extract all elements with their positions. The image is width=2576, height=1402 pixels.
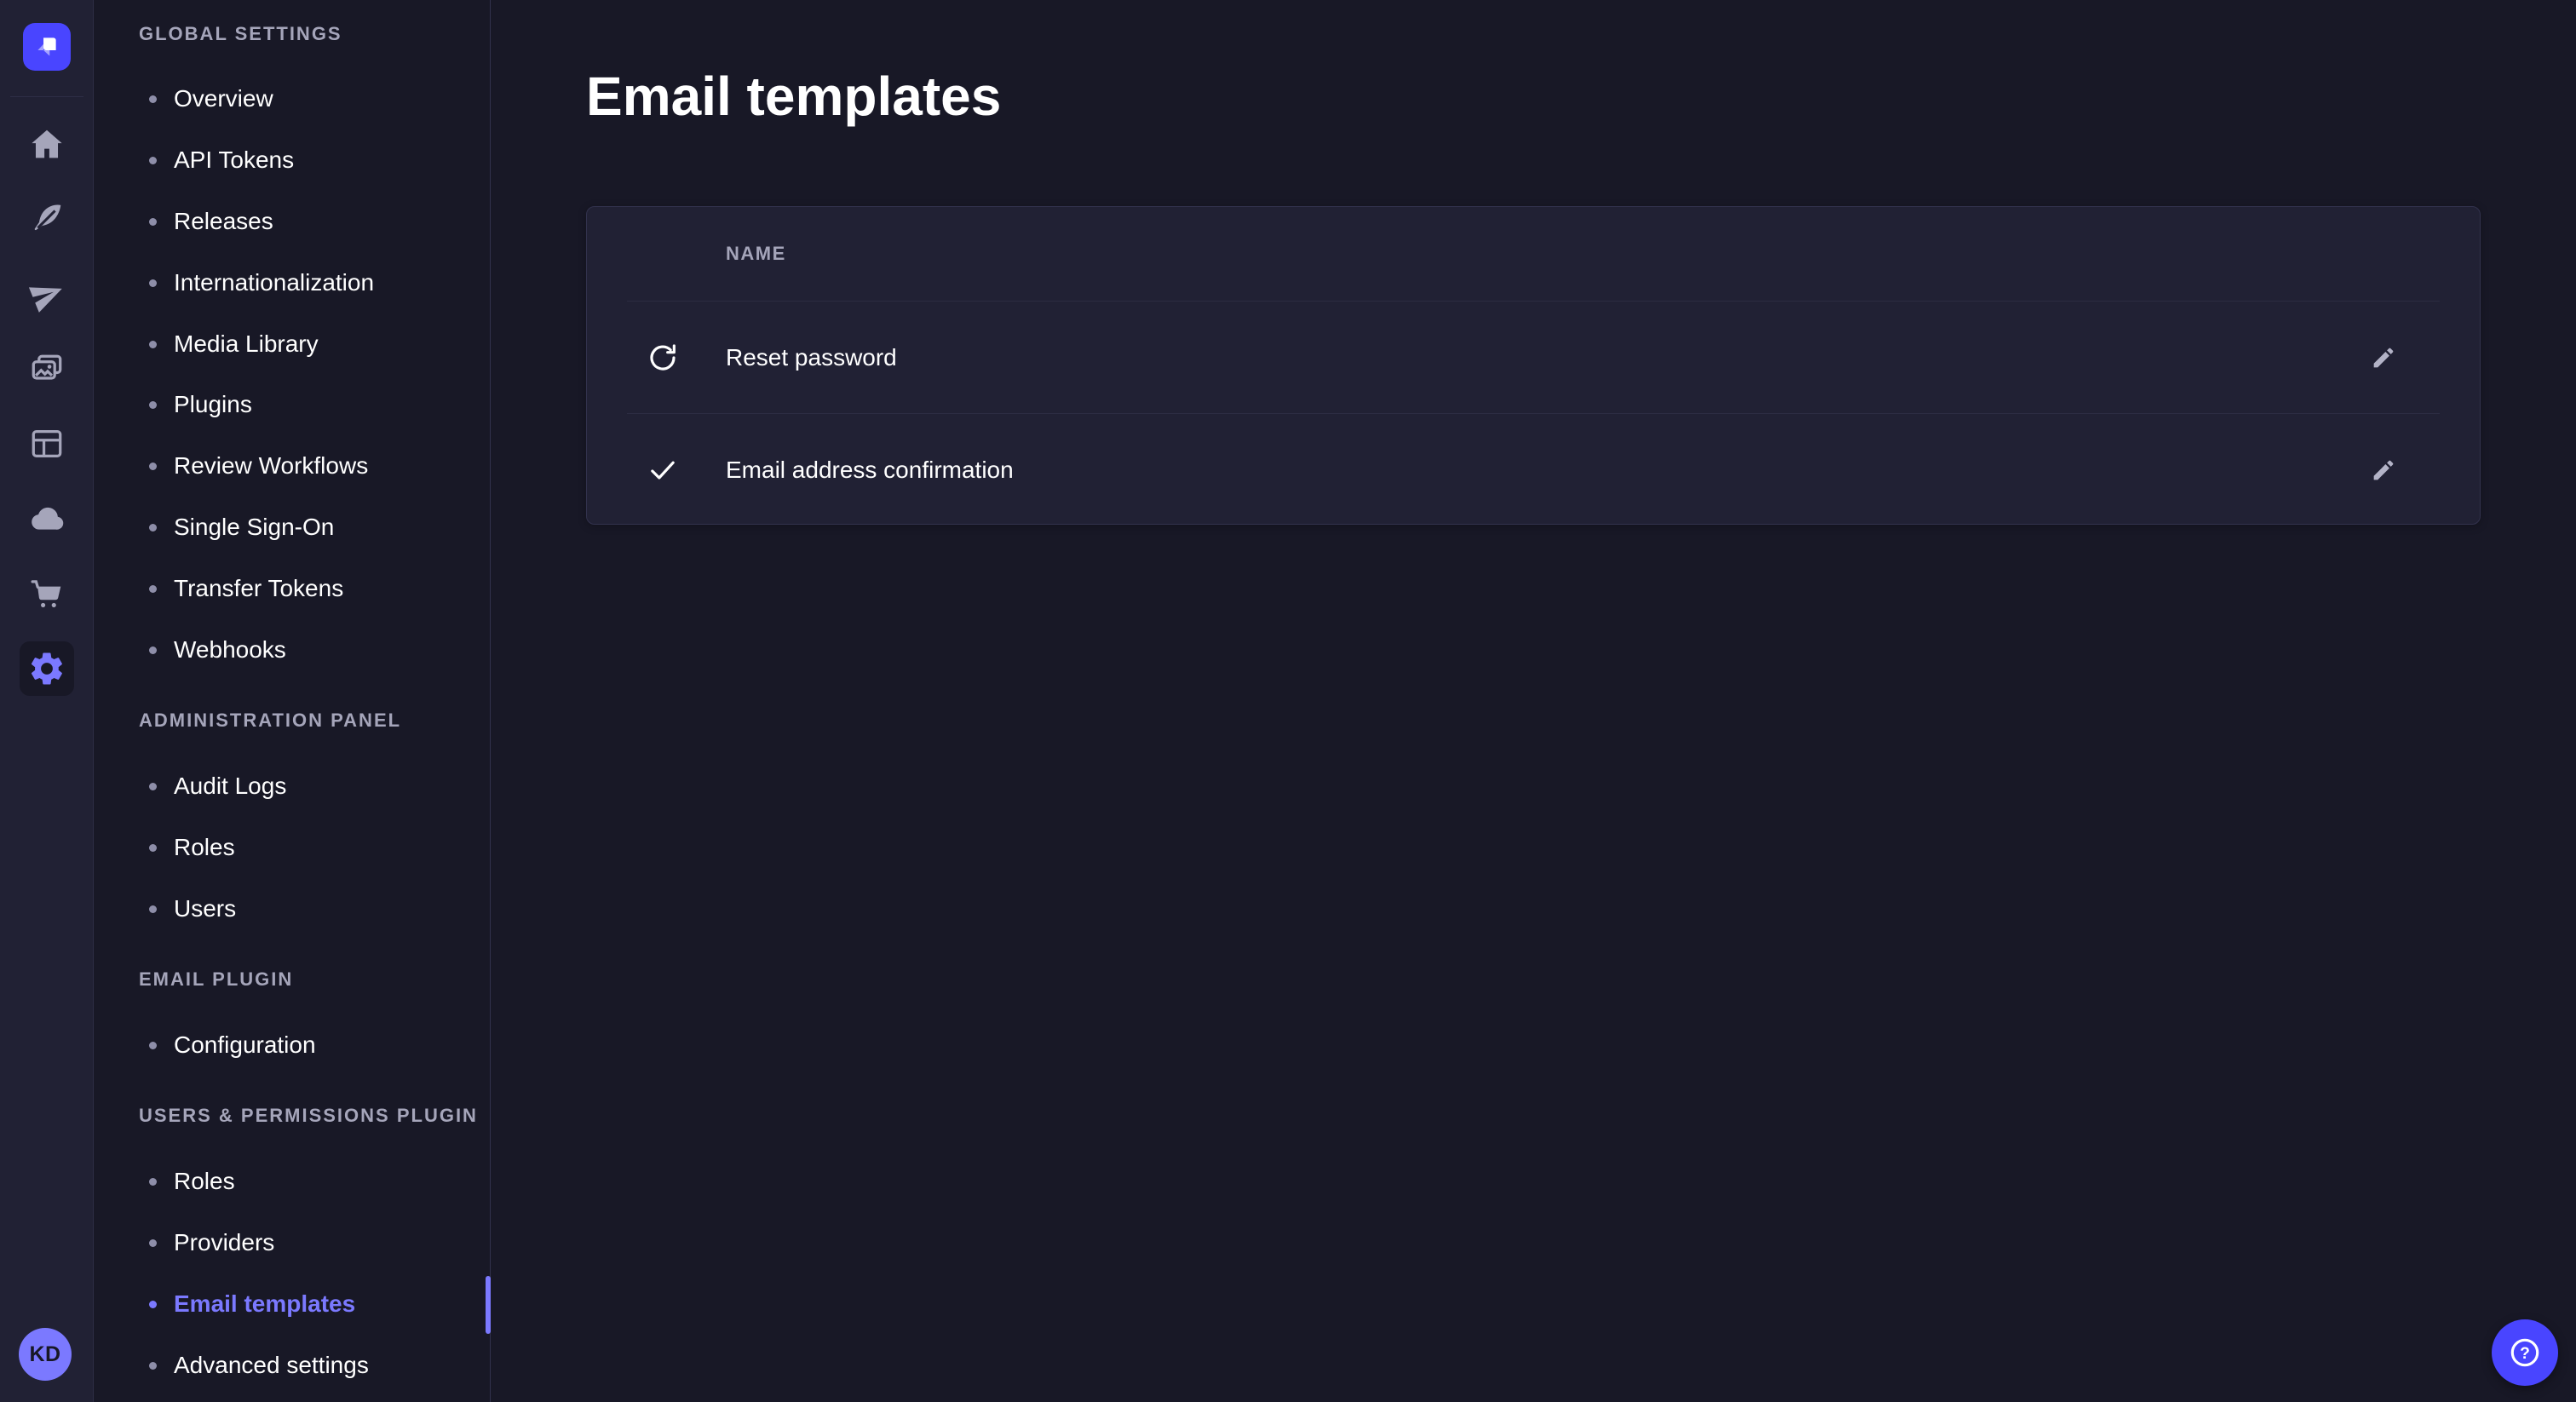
edit-reset-password-button[interactable] xyxy=(2361,336,2406,380)
sidebar-item-api-tokens[interactable]: API Tokens xyxy=(95,129,490,191)
bullet-icon xyxy=(149,341,157,348)
bullet-icon xyxy=(149,1362,157,1370)
sidebar-item-overview[interactable]: Overview xyxy=(95,68,490,129)
template-name: Email address confirmation xyxy=(726,414,1014,526)
section-title-global-settings: GLOBAL SETTINGS xyxy=(139,17,342,51)
bullet-icon xyxy=(149,646,157,654)
bullet-icon xyxy=(149,783,157,790)
shopping-cart-icon[interactable] xyxy=(20,566,74,621)
sidebar-item-up-roles[interactable]: Roles xyxy=(95,1151,490,1212)
help-button[interactable]: ? xyxy=(2492,1319,2558,1386)
page-title: Email templates xyxy=(586,65,1001,128)
sidebar-item-transfer-tokens[interactable]: Transfer Tokens xyxy=(95,558,490,619)
template-name: Reset password xyxy=(726,302,897,413)
question-circle-icon: ? xyxy=(2507,1335,2543,1370)
active-item-indicator xyxy=(486,1276,491,1334)
bullet-icon xyxy=(149,1301,157,1308)
strapi-logo[interactable] xyxy=(23,23,71,71)
paper-plane-icon[interactable] xyxy=(20,267,74,322)
email-templates-table: NAME Reset password xyxy=(586,206,2481,525)
bullet-icon xyxy=(149,279,157,287)
section-title-email-plugin: EMAIL PLUGIN xyxy=(139,962,293,997)
refresh-icon xyxy=(644,339,681,376)
svg-text:?: ? xyxy=(2520,1345,2530,1363)
sidebar-item-plugins[interactable]: Plugins xyxy=(95,374,490,435)
sidebar-item-internationalization[interactable]: Internationalization xyxy=(95,252,490,313)
bullet-icon xyxy=(149,401,157,409)
sidebar-item-audit-logs[interactable]: Audit Logs xyxy=(95,756,490,817)
bullet-icon xyxy=(149,1178,157,1186)
table-row: Email address confirmation xyxy=(587,414,2480,526)
bullet-icon xyxy=(149,463,157,470)
pencil-icon xyxy=(2369,456,2398,485)
settings-subnav: GLOBAL SETTINGS Overview API Tokens Rele… xyxy=(95,0,491,1402)
sidebar-item-webhooks[interactable]: Webhooks xyxy=(95,619,490,681)
section-title-administration-panel: ADMINISTRATION PANEL xyxy=(139,704,401,738)
table-row: Reset password xyxy=(587,302,2480,413)
home-icon[interactable] xyxy=(20,118,74,172)
avatar[interactable]: KD xyxy=(19,1328,72,1381)
cloud-icon[interactable] xyxy=(20,491,74,546)
strapi-logo-icon xyxy=(32,32,61,61)
bullet-icon xyxy=(149,218,157,226)
bullet-icon xyxy=(149,905,157,913)
edit-email-confirmation-button[interactable] xyxy=(2361,448,2406,492)
bullet-icon xyxy=(149,95,157,103)
pencil-icon xyxy=(2369,343,2398,372)
gear-icon[interactable] xyxy=(20,641,74,696)
sidebar-item-admin-roles[interactable]: Roles xyxy=(95,817,490,878)
rail-divider xyxy=(10,96,83,97)
sidebar-item-up-providers[interactable]: Providers xyxy=(95,1212,490,1273)
sidebar-item-email-templates[interactable]: Email templates xyxy=(95,1273,490,1335)
main-content: Email templates NAME Reset password xyxy=(491,0,2576,1402)
table-header-row: NAME xyxy=(587,207,2480,301)
sidebar-item-advanced-settings[interactable]: Advanced settings xyxy=(95,1335,490,1396)
bullet-icon xyxy=(149,157,157,164)
sidebar-item-email-configuration[interactable]: Configuration xyxy=(95,1014,490,1076)
bullet-icon xyxy=(149,524,157,531)
layout-icon[interactable] xyxy=(20,417,74,471)
feather-icon[interactable] xyxy=(20,192,74,246)
sidebar-item-media-library[interactable]: Media Library xyxy=(95,313,490,375)
main-nav-rail: KD xyxy=(0,0,94,1402)
bullet-icon xyxy=(149,1042,157,1049)
sidebar-item-admin-users[interactable]: Users xyxy=(95,878,490,939)
sidebar-item-releases[interactable]: Releases xyxy=(95,191,490,252)
section-title-users-permissions-plugin: USERS & PERMISSIONS PLUGIN xyxy=(139,1099,478,1133)
sidebar-item-review-workflows[interactable]: Review Workflows xyxy=(95,435,490,497)
bullet-icon xyxy=(149,844,157,852)
check-icon xyxy=(644,451,681,489)
bullet-icon xyxy=(149,1239,157,1247)
pictures-icon[interactable] xyxy=(20,342,74,397)
bullet-icon xyxy=(149,585,157,593)
sidebar-item-single-sign-on[interactable]: Single Sign-On xyxy=(95,497,490,558)
column-header-name: NAME xyxy=(726,207,786,301)
